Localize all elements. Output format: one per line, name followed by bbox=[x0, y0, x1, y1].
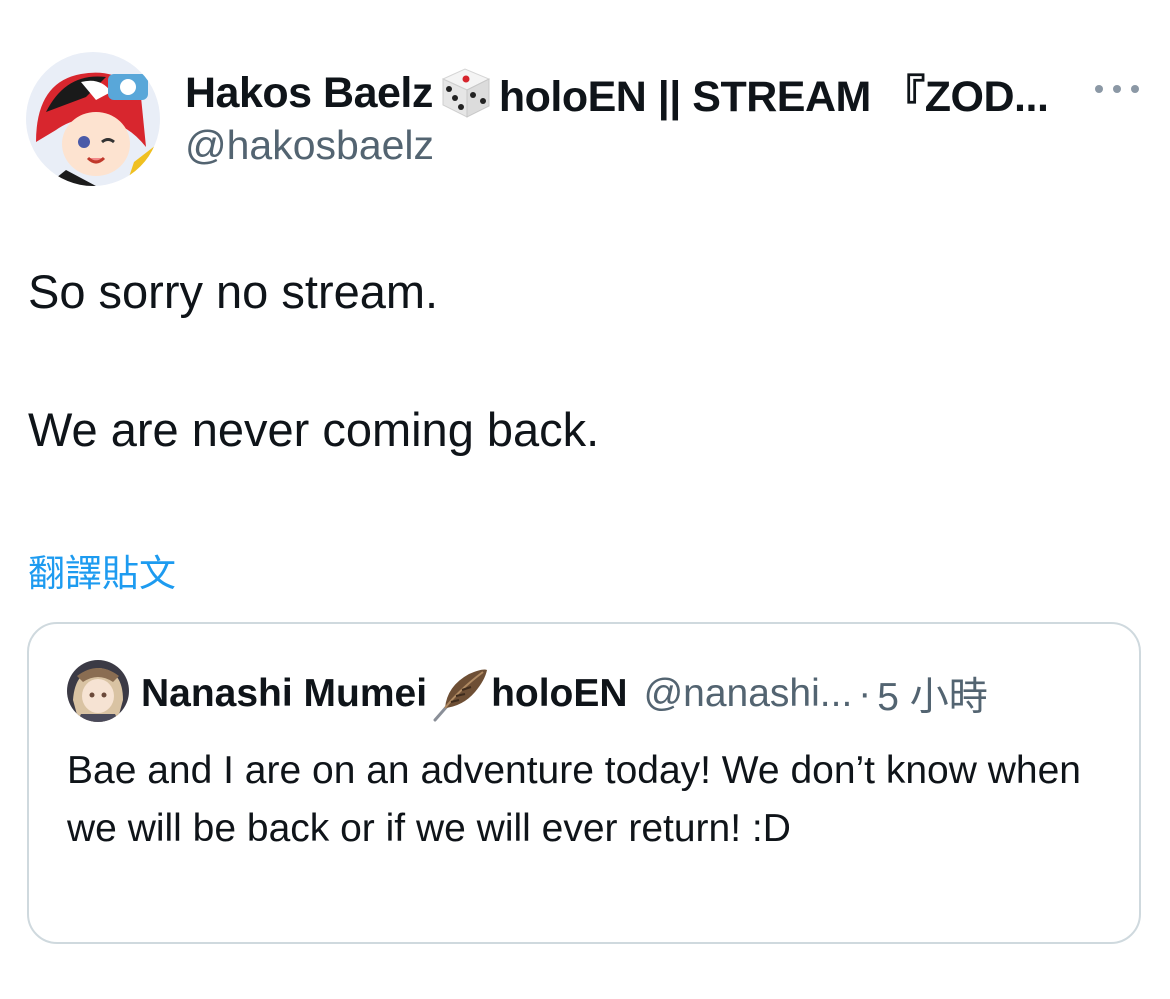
quoted-timestamp[interactable]: 5 小時 bbox=[877, 666, 988, 722]
quoted-tweet-card[interactable]: Nanashi Mumei holoEN @nanashi... · 5 小時 … bbox=[27, 622, 1141, 944]
more-options-icon[interactable] bbox=[1095, 78, 1139, 100]
author-name-part2: holoEN || STREAM 『ZOD... bbox=[498, 73, 1049, 121]
quoted-author-name[interactable]: Nanashi Mumei bbox=[141, 672, 427, 716]
quoted-tweet-header: Nanashi Mumei holoEN @nanashi... · 5 小時 bbox=[141, 666, 988, 722]
translate-post-link[interactable]: 翻譯貼文 bbox=[28, 543, 176, 597]
quoted-author-affiliation[interactable]: holoEN bbox=[491, 672, 627, 716]
tweet-text-line: So sorry no stream. bbox=[28, 265, 439, 318]
author-avatar[interactable] bbox=[26, 52, 160, 186]
author-name-part1: Hakos Baelz bbox=[185, 68, 433, 117]
tweet-text-line: We are never coming back. bbox=[28, 403, 600, 456]
quoted-author-avatar[interactable] bbox=[67, 660, 129, 722]
quoted-tweet-text: Bae and I are on an adventure today! We … bbox=[67, 749, 1081, 850]
quoted-author-handle[interactable]: @nanashi... bbox=[644, 672, 853, 716]
feather-icon bbox=[429, 666, 489, 722]
separator-dot: · bbox=[858, 672, 872, 715]
author-handle[interactable]: @hakosbaelz bbox=[185, 122, 434, 169]
dice-icon bbox=[435, 65, 497, 121]
author-name[interactable]: Hakos Baelz holoEN || STREAM 『ZOD... bbox=[185, 62, 1049, 124]
